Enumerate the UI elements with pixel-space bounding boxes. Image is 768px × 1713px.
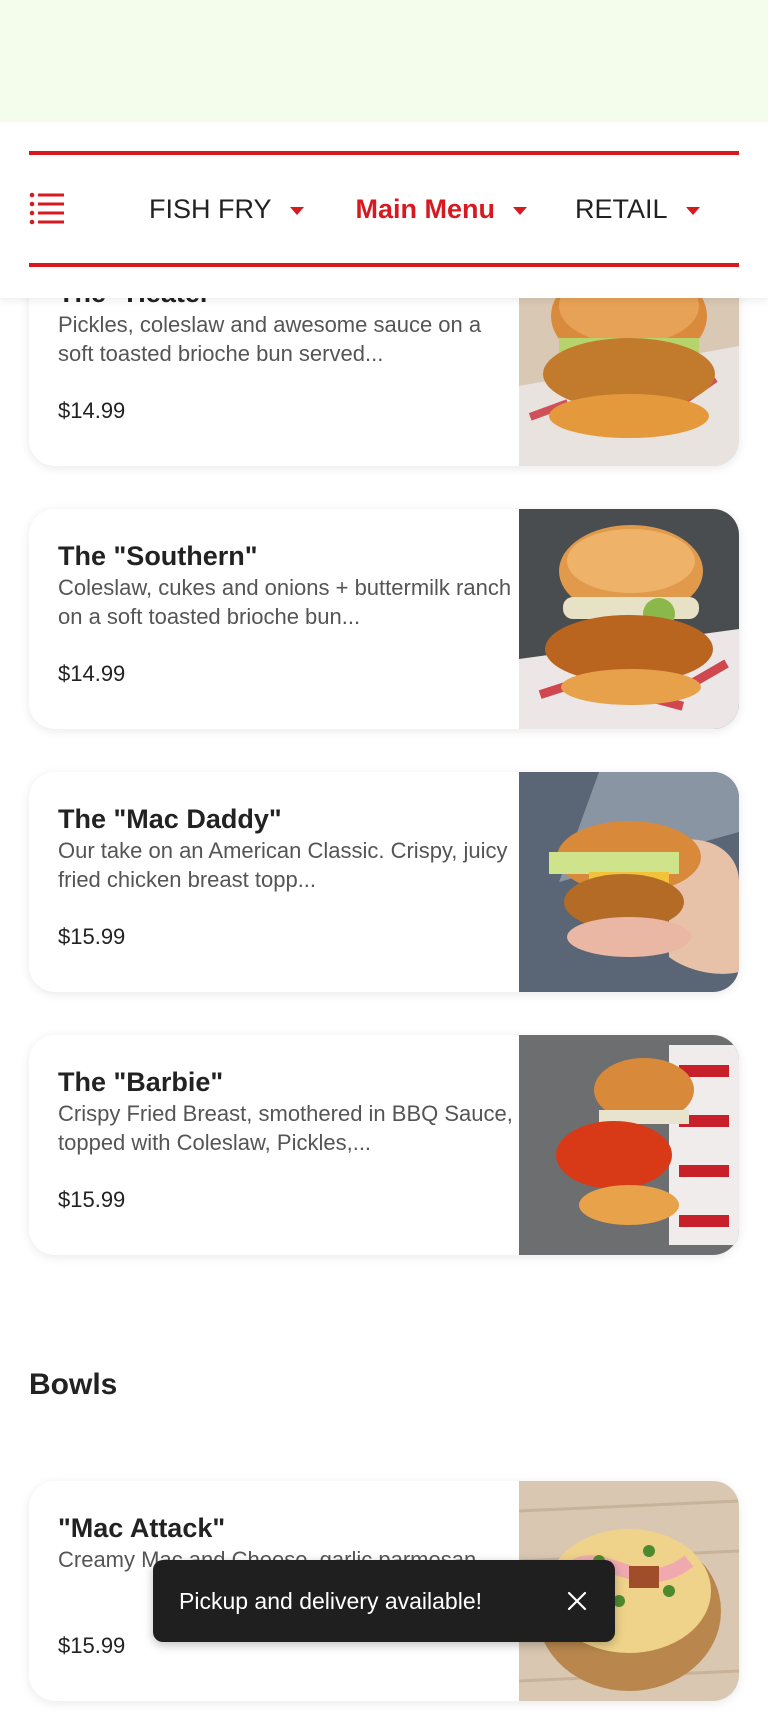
menu-item-name: The "Barbie"	[58, 1067, 224, 1097]
menu-item-card[interactable]: The "Barbie" Crispy Fried Breast, smothe…	[29, 1035, 739, 1255]
menu-item-description: Crispy Fried Breast, smothered in BBQ Sa…	[58, 1101, 513, 1155]
nav-items: FISH FRY Main Menu RETAIL	[29, 155, 739, 263]
nav-item-retail[interactable]: RETAIL	[575, 194, 700, 225]
menu-item-photo	[519, 509, 739, 729]
section-title-bowls: Bowls	[29, 1368, 118, 1401]
menu-item-price: $14.99	[58, 661, 126, 686]
top-banner-area	[0, 0, 768, 122]
nav-item-label: RETAIL	[575, 193, 668, 224]
nav-item-label: FISH FRY	[149, 193, 272, 224]
menu-item-photo	[519, 772, 739, 992]
toast-message: Pickup and delivery available!	[179, 1587, 483, 1614]
menu-item-text: The "Mac Daddy" Our take on an American …	[58, 802, 518, 894]
menu-item-photo	[519, 1035, 739, 1255]
nav-item-fish-fry[interactable]: FISH FRY	[149, 194, 304, 225]
caret-down-icon	[513, 206, 528, 215]
close-icon[interactable]	[547, 1571, 607, 1631]
menu-item-card[interactable]: The "Mac Daddy" Our take on an American …	[29, 772, 739, 992]
menu-item-name: The "Southern"	[58, 541, 258, 571]
list-icon[interactable]	[29, 181, 85, 237]
menu-item-name: "Mac Attack"	[58, 1513, 226, 1543]
menu-item-price: $15.99	[58, 1633, 126, 1658]
menu-item-card[interactable]: The "Southern" Coleslaw, cukes and onion…	[29, 509, 739, 729]
nav-divider-bottom	[29, 263, 739, 267]
menu-item-text: The "Southern" Coleslaw, cukes and onion…	[58, 539, 518, 631]
category-navbar: FISH FRY Main Menu RETAIL	[0, 122, 768, 298]
toast-notification: Pickup and delivery available!	[153, 1560, 615, 1642]
caret-down-icon	[289, 206, 304, 215]
menu-item-price: $14.99	[58, 398, 126, 423]
nav-item-label: Main Menu	[355, 193, 496, 224]
menu-item-price: $15.99	[58, 924, 126, 949]
menu-item-name: The "Mac Daddy"	[58, 804, 282, 834]
caret-down-icon	[685, 206, 700, 215]
menu-item-description: Coleslaw, cukes and onions + buttermilk …	[58, 575, 512, 629]
menu-item-description: Pickles, coleslaw and awesome sauce on a…	[58, 312, 482, 366]
nav-item-main-menu[interactable]: Main Menu	[356, 194, 528, 225]
menu-item-description: Our take on an American Classic. Crispy,…	[58, 838, 508, 892]
menu-item-price: $15.99	[58, 1187, 126, 1212]
menu-item-text: The "Barbie" Crispy Fried Breast, smothe…	[58, 1065, 518, 1157]
